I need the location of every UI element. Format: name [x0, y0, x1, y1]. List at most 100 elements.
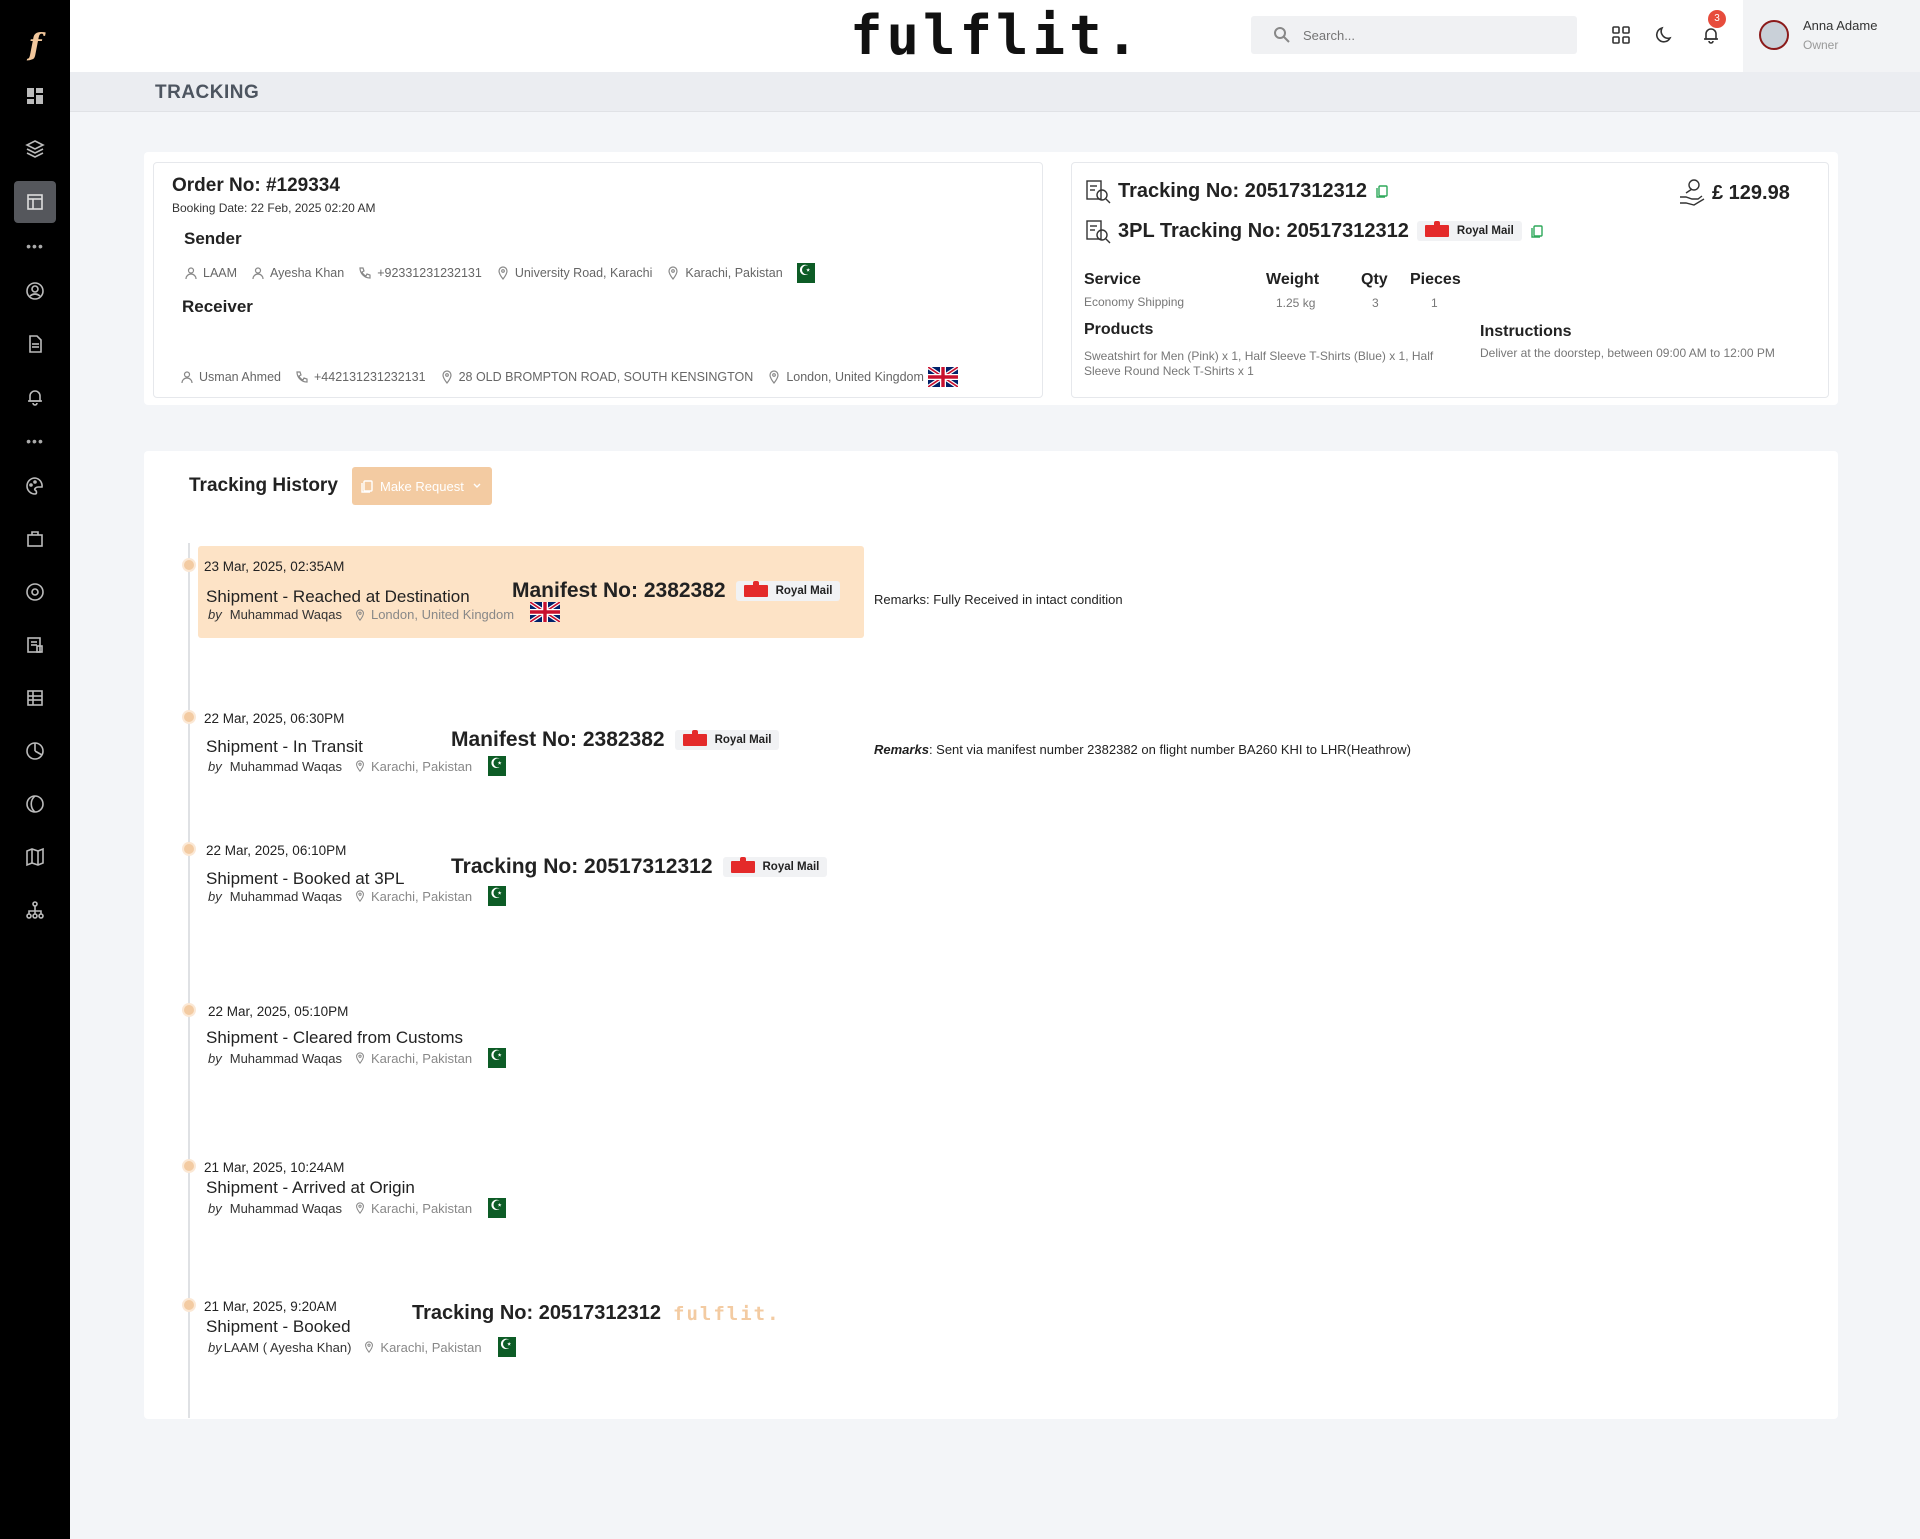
- uk-flag-icon: [927, 367, 958, 387]
- receiver-city: London, United Kingdom: [767, 370, 924, 384]
- pie-icon[interactable]: [14, 730, 56, 772]
- 3pl-tracking-number-row: 3PL Tracking No: 20517312312 Royal Mail: [1084, 217, 1544, 245]
- timeline-dot: [184, 1300, 194, 1310]
- search-box[interactable]: [1251, 16, 1577, 54]
- event-by: LAAM ( Ayesha Khan): [223, 1339, 352, 1355]
- user-circle-icon[interactable]: [14, 270, 56, 312]
- sender-heading: Sender: [184, 229, 242, 248]
- search-input[interactable]: [1303, 27, 1543, 43]
- products-value-line2: Sleeve Round Neck T-Shirts x 1: [1084, 364, 1254, 378]
- location-pin-icon: [365, 1341, 374, 1353]
- bell-icon[interactable]: [14, 376, 56, 418]
- sender-company: LAAM: [184, 266, 237, 280]
- timeline-dot: [184, 560, 194, 570]
- order-details-panel: Order No: #129334 Booking Date: 22 Feb, …: [153, 162, 1043, 398]
- location-pin-icon: [356, 608, 364, 621]
- service-label: Service: [1084, 271, 1141, 288]
- pieces-label: Pieces: [1410, 271, 1461, 288]
- event-title: Shipment - Arrived at Origin: [206, 1178, 415, 1197]
- layers-icon[interactable]: [14, 128, 56, 170]
- timeline-line: [188, 543, 190, 1418]
- tracking-number: Tracking No: 20517312312: [1118, 179, 1368, 202]
- event-by: Muhammad Waqas: [229, 1050, 342, 1066]
- royal-mail-logo-icon: [730, 857, 755, 873]
- location-pin-icon: [498, 266, 508, 280]
- document-icon[interactable]: [14, 624, 56, 666]
- carrier-badge: Royal Mail: [674, 730, 780, 750]
- notification-badge: 3: [1708, 10, 1726, 28]
- event-by: Muhammad Waqas: [229, 888, 342, 904]
- tracking-search-icon: [1086, 180, 1111, 204]
- event-by-row: by Muhammad Waqas Karachi, Pakistan: [208, 1047, 507, 1068]
- user-menu[interactable]: Anna Adame Owner: [1743, 0, 1920, 72]
- dashboard-icon[interactable]: [14, 75, 56, 117]
- timeline-dot: [184, 1161, 194, 1171]
- briefcase-icon[interactable]: [14, 518, 56, 560]
- tracking-history-card: Tracking History Make Request 23 Mar, 20…: [144, 451, 1838, 1419]
- sender-phone: +92331231232131: [358, 266, 482, 280]
- location-pin-icon: [668, 266, 678, 280]
- weight-label: Weight: [1266, 271, 1320, 288]
- royal-mail-logo-icon: [682, 730, 707, 746]
- event-title: Shipment - Reached at Destination: [206, 587, 470, 606]
- event-by: Muhammad Waqas: [229, 1200, 342, 1216]
- receiver-address: 28 OLD BROMPTON ROAD, SOUTH KENSINGTON: [440, 370, 753, 384]
- 3pl-tracking-number: 3PL Tracking No: 20517312312: [1118, 219, 1409, 242]
- receiver-phone: +442131231232131: [295, 370, 426, 384]
- event-reference: Manifest No: 2382382 Royal Mail: [451, 728, 780, 752]
- event-date: 21 Mar, 2025, 9:20AM: [204, 1299, 337, 1314]
- weight-value: 1.25 kg: [1276, 296, 1316, 310]
- instructions-value: Deliver at the doorstep, between 09:00 A…: [1480, 346, 1775, 360]
- timeline-dot: [184, 1005, 194, 1015]
- event-by-row: by Muhammad Waqas London, United Kingdom: [208, 607, 515, 622]
- event-location: Karachi, Pakistan: [354, 1201, 472, 1216]
- timeline-dot: [184, 712, 194, 722]
- grid-icon[interactable]: [14, 677, 56, 719]
- location-pin-icon: [356, 760, 364, 772]
- user-name: Anna Adame: [1803, 18, 1878, 33]
- sidebar-divider: •••: [26, 238, 44, 254]
- pakistan-flag-icon: [482, 1047, 507, 1068]
- layout-icon[interactable]: [14, 181, 56, 223]
- map-icon[interactable]: [14, 836, 56, 878]
- user-icon: [181, 371, 193, 384]
- fulflit-brand-badge: fulflit.: [673, 1302, 781, 1325]
- make-request-button[interactable]: Make Request: [352, 467, 492, 505]
- aperture-icon[interactable]: [14, 571, 56, 613]
- event-by: Muhammad Waqas: [229, 607, 342, 622]
- copy-icon[interactable]: [1375, 184, 1389, 198]
- pakistan-flag-icon: [790, 262, 815, 283]
- event-remarks: Remarks: Sent via manifest number 238238…: [874, 742, 1411, 757]
- event-location: Karachi, Pakistan: [354, 1051, 472, 1066]
- tracking-search-icon: [1086, 220, 1111, 244]
- money-hand-icon: [1680, 179, 1705, 206]
- globe-icon[interactable]: [14, 783, 56, 825]
- event-by-row: by LAAM ( Ayesha Khan) Karachi, Pakistan: [208, 1336, 516, 1357]
- carrier-badge: Royal Mail: [722, 857, 828, 877]
- user-icon: [185, 267, 197, 280]
- receiver-name: Usman Ahmed: [180, 370, 281, 384]
- pakistan-flag-icon: [491, 1336, 516, 1357]
- file-icon[interactable]: [14, 323, 56, 365]
- location-pin-icon: [769, 370, 779, 384]
- location-pin-icon: [356, 1202, 364, 1214]
- user-icon: [252, 267, 264, 280]
- sidebar-logo[interactable]: f: [0, 28, 70, 63]
- event-location: London, United Kingdom: [354, 607, 514, 622]
- uk-flag-icon: [530, 602, 560, 622]
- brand-logo[interactable]: fulflit.: [850, 4, 1142, 67]
- apps-grid-icon[interactable]: [1608, 22, 1634, 48]
- tracking-number-row: Tracking No: 20517312312: [1084, 177, 1389, 205]
- dark-mode-moon-icon[interactable]: [1652, 22, 1678, 48]
- event-location: Karachi, Pakistan: [363, 1340, 482, 1355]
- event-location: Karachi, Pakistan: [354, 889, 472, 904]
- copy-icon: [361, 480, 373, 493]
- event-by: Muhammad Waqas: [229, 758, 342, 774]
- palette-icon[interactable]: [14, 465, 56, 507]
- event-reference: Tracking No: 20517312312 Royal Mail: [451, 855, 828, 879]
- sidebar-divider: •••: [26, 433, 44, 449]
- royal-mail-logo-icon: [743, 581, 768, 597]
- sitemap-icon[interactable]: [14, 889, 56, 931]
- copy-icon[interactable]: [1530, 224, 1544, 238]
- phone-icon: [359, 267, 371, 279]
